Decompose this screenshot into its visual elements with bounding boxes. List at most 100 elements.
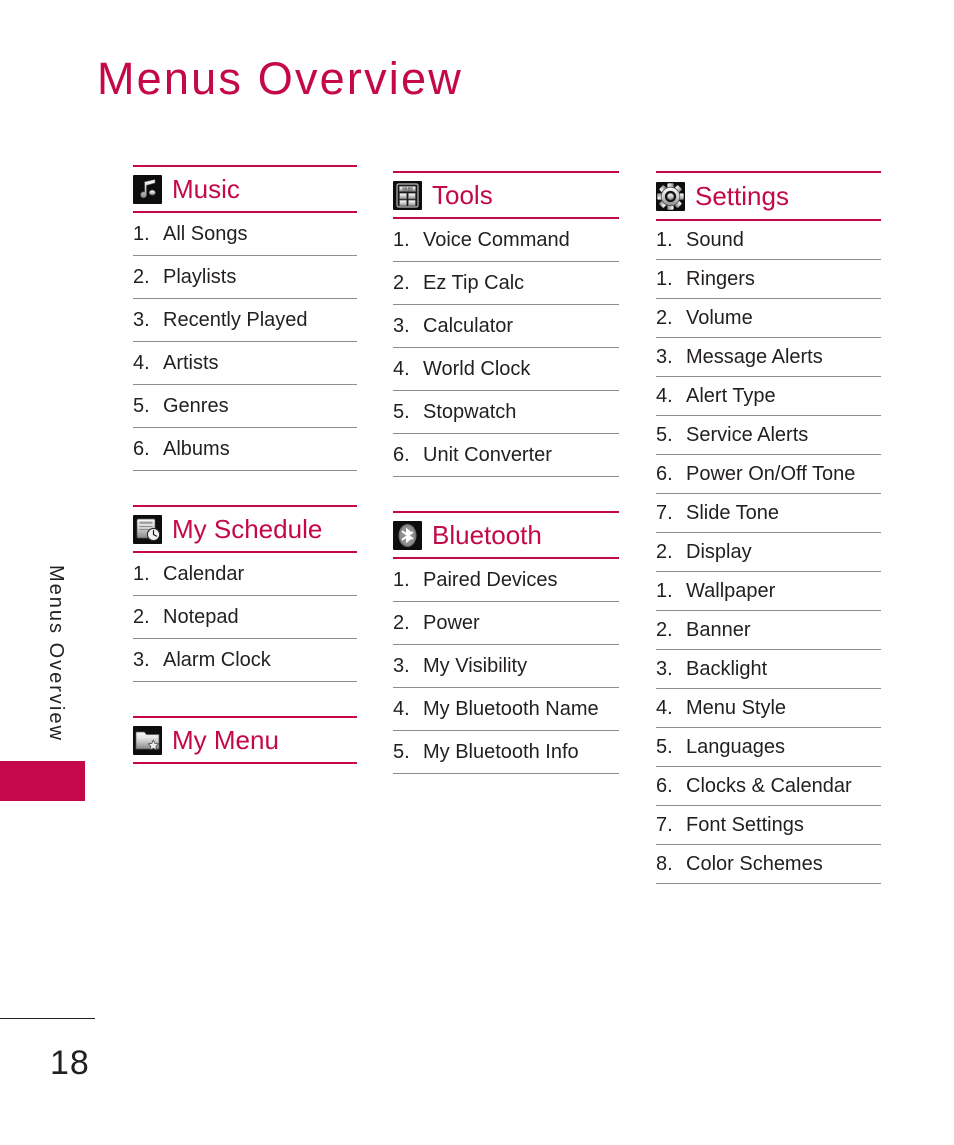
menu-item-number: 2. (393, 612, 410, 634)
menu-item-label: Notepad (163, 606, 239, 628)
menu-item[interactable]: 4. My Bluetooth Name (393, 688, 619, 731)
menu-item-number: 6. (133, 438, 150, 460)
menu-item-number: 2. (656, 619, 673, 641)
menu-item[interactable]: 6. Albums (133, 428, 357, 471)
menu-item[interactable]: 2. Volume (656, 299, 881, 338)
menu-item[interactable]: 3. Message Alerts (656, 338, 881, 377)
menu-item[interactable]: 2. Display (656, 533, 881, 572)
menu-item[interactable]: 7. Slide Tone (656, 494, 881, 533)
menu-item[interactable]: 1. Sound (656, 221, 881, 260)
menu-item[interactable]: 1. Ringers (656, 260, 881, 299)
menu-item[interactable]: 2. Notepad (133, 596, 357, 639)
menu-list-settings: 1. Sound 1. Ringers 2. Volume 3. Message Alerts… (656, 221, 881, 884)
menu-item[interactable]: 1. Calendar (133, 553, 357, 596)
menu-section-my-schedule: My Schedule 1. Calendar 2. Notepad 3. Alarm Cl… (133, 505, 357, 682)
section-title: My Menu (172, 725, 279, 755)
menu-item[interactable]: 4. Artists (133, 342, 357, 385)
menu-item[interactable]: 6. Clocks & Calendar (656, 767, 881, 806)
menu-item-number: 5. (656, 736, 673, 758)
menu-item[interactable]: 4. World Clock (393, 348, 619, 391)
menu-item[interactable]: 3. Recently Played (133, 299, 357, 342)
menu-item-label: Voice Command (423, 229, 570, 251)
menu-item-number: 1. (393, 569, 410, 591)
menu-item-number: 2. (393, 272, 410, 294)
section-header-my-schedule[interactable]: My Schedule (133, 507, 357, 551)
menu-item[interactable]: 5. Languages (656, 728, 881, 767)
footer-divider (0, 1018, 95, 1019)
menu-item[interactable]: 1. Voice Command (393, 219, 619, 262)
menu-item[interactable]: 5. Service Alerts (656, 416, 881, 455)
menu-item-number: 1. (656, 580, 673, 602)
menu-item[interactable]: 2. Ez Tip Calc (393, 262, 619, 305)
menu-item-label: Slide Tone (686, 502, 780, 524)
bluetooth-icon (393, 520, 422, 550)
menu-item-number: 6. (656, 463, 673, 485)
menu-item-label: Color Schemes (686, 853, 823, 875)
menu-item[interactable]: 4. Alert Type (656, 377, 881, 416)
section-title: Music (172, 174, 240, 204)
menu-item-label: Calendar (163, 563, 245, 585)
menu-item[interactable]: 2. Banner (656, 611, 881, 650)
section-title: My Schedule (172, 514, 323, 544)
menu-item-number: 2. (656, 541, 673, 563)
menu-item-label: Font Settings (686, 814, 804, 836)
menu-item[interactable]: 3. Calculator (393, 305, 619, 348)
section-header-tools[interactable]: 8888 Tools (393, 173, 619, 217)
section-header-bluetooth[interactable]: Bluetooth (393, 513, 619, 557)
menu-item-label: Display (686, 541, 752, 563)
menu-section-settings: Settings 1. Sound 1. Ringers 2. Volume 3. Messag… (656, 171, 881, 884)
menu-item[interactable]: 5. My Bluetooth Info (393, 731, 619, 774)
menu-item[interactable]: 5. Genres (133, 385, 357, 428)
menu-section-music: Music 1. All Songs 2. Playlists 3. Recently Pl… (133, 165, 357, 471)
menu-list-bluetooth: 1. Paired Devices 2. Power 3. My Visibility 4.… (393, 559, 619, 774)
menu-item-label: Paired Devices (423, 569, 558, 591)
folder-star-icon (133, 725, 162, 755)
menu-item-label: Languages (686, 736, 785, 758)
menu-item[interactable]: 6. Unit Converter (393, 434, 619, 477)
section-header-my-menu[interactable]: My Menu (133, 718, 357, 762)
menu-item[interactable]: 8. Color Schemes (656, 845, 881, 884)
menu-item[interactable]: 6. Power On/Off Tone (656, 455, 881, 494)
svg-text:8888: 8888 (402, 186, 413, 192)
menu-item-label: Ringers (686, 268, 755, 290)
menu-item-number: 5. (656, 424, 673, 446)
menu-item-label: My Visibility (423, 655, 528, 677)
menu-item-number: 3. (133, 309, 150, 331)
section-header-settings[interactable]: Settings (656, 173, 881, 219)
section-title: Tools (432, 180, 493, 210)
menu-item[interactable]: 4. Menu Style (656, 689, 881, 728)
menu-item-number: 3. (656, 346, 673, 368)
menu-item[interactable]: 3. My Visibility (393, 645, 619, 688)
menu-item-label: Message Alerts (686, 346, 823, 368)
calculator-icon: 8888 (393, 180, 422, 210)
menu-item[interactable]: 5. Stopwatch (393, 391, 619, 434)
calendar-clock-icon (133, 514, 162, 544)
menu-item[interactable]: 3. Alarm Clock (133, 639, 357, 682)
menu-item[interactable]: 1. Wallpaper (656, 572, 881, 611)
menu-item-number: 3. (656, 658, 673, 680)
menu-list-tools: 1. Voice Command 2. Ez Tip Calc 3. Calculator… (393, 219, 619, 477)
menu-item[interactable]: 2. Playlists (133, 256, 357, 299)
menu-list-my-schedule: 1. Calendar 2. Notepad 3. Alarm Clock (133, 553, 357, 682)
menu-item-number: 1. (656, 229, 673, 251)
music-note-icon (133, 174, 162, 204)
section-header-music[interactable]: Music (133, 167, 357, 211)
menu-item[interactable]: 2. Power (393, 602, 619, 645)
column-2: 8888 Tools 1. Voice Command 2. Ez Tip Calc 3.… (393, 171, 619, 774)
menu-item-number: 4. (656, 385, 673, 407)
menu-item[interactable]: 1. Paired Devices (393, 559, 619, 602)
menu-item-label: Genres (163, 395, 229, 417)
menu-item-label: Calculator (423, 315, 514, 337)
menu-item[interactable]: 7. Font Settings (656, 806, 881, 845)
menu-item-number: 5. (393, 741, 410, 763)
menu-item-label: Service Alerts (686, 424, 809, 446)
menu-item-label: Playlists (163, 266, 237, 288)
menu-item-number: 1. (133, 563, 150, 585)
menu-item-number: 5. (393, 401, 410, 423)
menu-item-label: Ez Tip Calc (423, 272, 525, 294)
menu-item-label: Artists (163, 352, 219, 374)
menu-item-number: 8. (656, 853, 673, 875)
menu-item[interactable]: 3. Backlight (656, 650, 881, 689)
menu-item[interactable]: 1. All Songs (133, 213, 357, 256)
